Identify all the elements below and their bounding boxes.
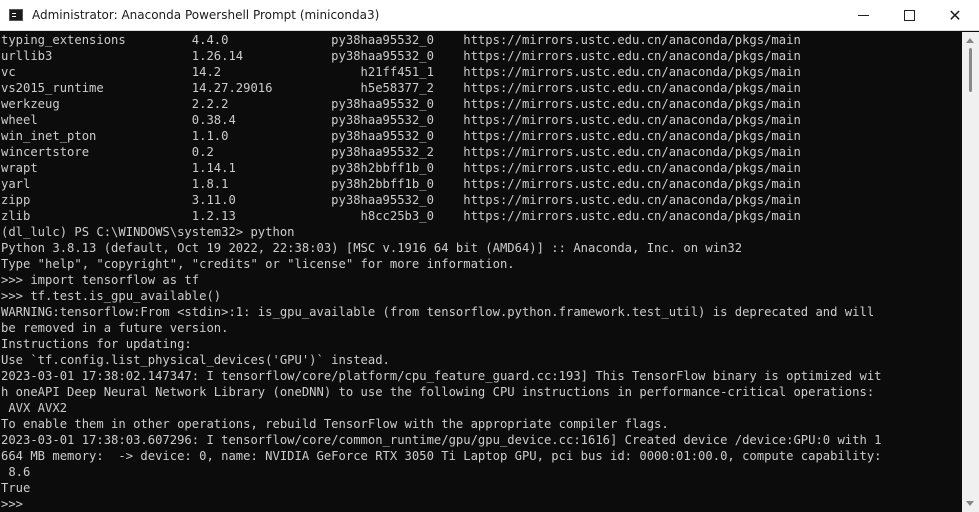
- console-line: To enable them in other operations, rebu…: [1, 417, 669, 431]
- console-line: werkzeug 2.2.2 py38haa95532_0 https://mi…: [1, 97, 801, 111]
- console-line: zlib 1.2.13 h8cc25b3_0 https://mirrors.u…: [1, 209, 801, 223]
- terminal-window: Administrator: Anaconda Powershell Promp…: [0, 0, 979, 512]
- scrollbar-thumb[interactable]: [969, 48, 972, 92]
- minimize-icon: [857, 15, 869, 16]
- console-line: (dl_lulc) PS C:\WINDOWS\system32> python: [1, 225, 295, 239]
- console-line: WARNING:tensorflow:From <stdin>:1: is_gp…: [1, 305, 875, 319]
- close-button[interactable]: ✕: [932, 0, 978, 31]
- maximize-button[interactable]: [886, 0, 932, 31]
- minimize-button[interactable]: [840, 0, 886, 31]
- console-line: wincertstore 0.2 py38haa95532_2 https://…: [1, 145, 801, 159]
- console-line: h oneAPI Deep Neural Network Library (on…: [1, 385, 875, 399]
- console-line: wheel 0.38.4 py38haa95532_0 https://mirr…: [1, 113, 801, 127]
- scroll-down-arrow-icon[interactable]: [966, 501, 974, 506]
- console-line: 8.6: [1, 465, 31, 479]
- console-line: Type "help", "copyright", "credits" or "…: [1, 257, 515, 271]
- console-text: typing_extensions 4.4.0 py38haa95532_0 h…: [0, 32, 962, 512]
- scroll-up-arrow-icon[interactable]: [966, 38, 974, 43]
- vertical-scrollbar[interactable]: [962, 32, 979, 512]
- title-bar[interactable]: Administrator: Anaconda Powershell Promp…: [0, 0, 979, 31]
- window-title: Administrator: Anaconda Powershell Promp…: [32, 8, 380, 22]
- console-line: yarl 1.8.1 py38h2bbff1b_0 https://mirror…: [1, 177, 801, 191]
- console-line: 664 MB memory: -> device: 0, name: NVIDI…: [1, 449, 882, 463]
- console-line: win_inet_pton 1.1.0 py38haa95532_0 https…: [1, 129, 801, 143]
- console-line: urllib3 1.26.14 py38haa95532_0 https://m…: [1, 49, 801, 63]
- console-line: 2023-03-01 17:38:02.147347: I tensorflow…: [1, 369, 882, 383]
- console-line: True: [1, 481, 31, 495]
- terminal-app-icon: [9, 9, 23, 21]
- console-line: Python 3.8.13 (default, Oct 19 2022, 22:…: [1, 241, 743, 255]
- console-line: typing_extensions 4.4.0 py38haa95532_0 h…: [1, 33, 801, 47]
- console-line: 2023-03-01 17:38:03.607296: I tensorflow…: [1, 433, 882, 447]
- console-output[interactable]: typing_extensions 4.4.0 py38haa95532_0 h…: [0, 32, 962, 512]
- console-line: zipp 3.11.0 py38haa95532_0 https://mirro…: [1, 193, 801, 207]
- console-line: AVX AVX2: [1, 401, 68, 415]
- console-line: be removed in a future version.: [1, 321, 229, 335]
- console-line: >>> tf.test.is_gpu_available(): [1, 289, 222, 303]
- console-line: vs2015_runtime 14.27.29016 h5e58377_2 ht…: [1, 81, 801, 95]
- console-line: >>> import tensorflow as tf: [1, 273, 200, 287]
- maximize-icon: [903, 10, 915, 21]
- close-icon: ✕: [948, 5, 962, 25]
- console-line: >>>: [1, 497, 24, 511]
- console-line: Instructions for updating:: [1, 337, 192, 351]
- console-line: vc 14.2 h21ff451_1 https://mirrors.ustc.…: [1, 65, 801, 79]
- console-line: wrapt 1.14.1 py38h2bbff1b_0 https://mirr…: [1, 161, 801, 175]
- console-line: Use `tf.config.list_physical_devices('GP…: [1, 353, 390, 367]
